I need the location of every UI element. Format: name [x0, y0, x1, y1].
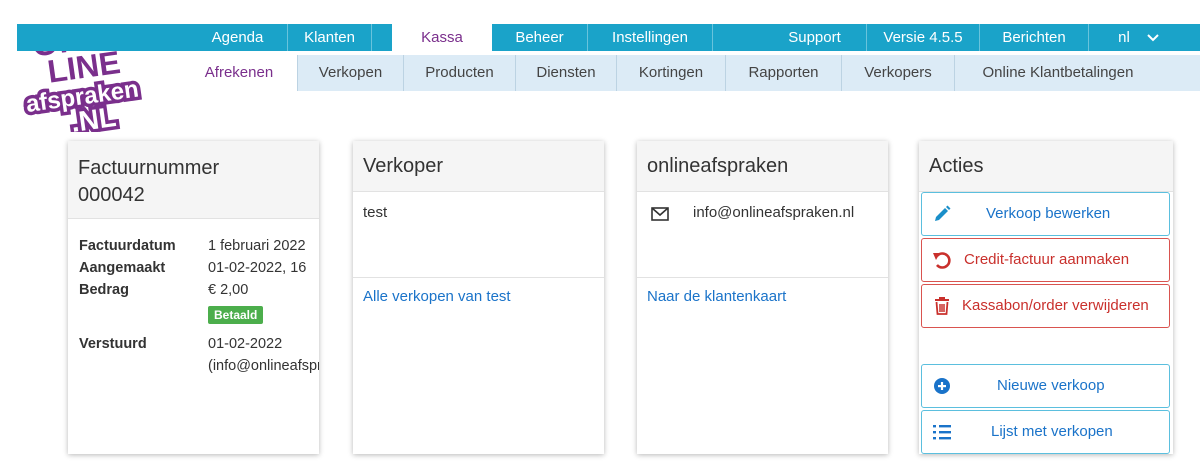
- nav-support[interactable]: Support: [763, 24, 867, 51]
- nav-beheer[interactable]: Beheer: [492, 24, 588, 51]
- status-badge-wrap: Betaald: [208, 306, 264, 324]
- create-credit-invoice-button[interactable]: Credit-factuur aanmaken: [921, 238, 1170, 282]
- new-sale-label: Nieuwe verkoop: [997, 377, 1105, 394]
- seller-card: Verkoper test Alle verkopen van test: [353, 141, 604, 454]
- customer-header: onlineafspraken: [637, 141, 888, 192]
- subnav-online-klantbetalingen[interactable]: Online Klantbetalingen: [955, 55, 1161, 91]
- delete-receipt-button[interactable]: Kassabon/order verwijderen: [921, 284, 1170, 328]
- invoice-created-label: Aangemaakt: [79, 260, 166, 276]
- nav-instellingen[interactable]: Instellingen: [588, 24, 713, 51]
- subnav-diensten[interactable]: Diensten: [516, 55, 617, 91]
- subnav-rapporten[interactable]: Rapporten: [726, 55, 842, 91]
- sales-list-button[interactable]: Lijst met verkopen: [921, 410, 1170, 454]
- actions-card: Acties Verkoop bewerken Credit-factuur a…: [919, 141, 1173, 454]
- subnav-verkopers[interactable]: Verkopers: [842, 55, 955, 91]
- undo-icon: [933, 252, 951, 269]
- nav-version[interactable]: Versie 4.5.5: [867, 24, 980, 51]
- subnav-producten[interactable]: Producten: [404, 55, 516, 91]
- invoice-amount-value: € 2,00: [208, 282, 249, 298]
- invoice-sent-value: 01-02-2022: [208, 336, 283, 352]
- actions-header: Acties: [919, 141, 1173, 192]
- seller-body: test: [353, 192, 604, 277]
- nav-agenda[interactable]: Agenda: [188, 24, 288, 51]
- invoice-created-value: 01-02-2022, 16: [208, 260, 307, 276]
- pencil-icon: [935, 205, 951, 221]
- customer-body: info@onlineafspraken.nl: [637, 192, 888, 277]
- list-icon: [933, 425, 951, 440]
- invoice-sent-label: Verstuurd: [79, 336, 147, 352]
- status-badge: Betaald: [208, 306, 264, 324]
- envelope-icon: [651, 207, 669, 221]
- invoice-number: 000042: [78, 184, 145, 206]
- customer-card: onlineafspraken info@onlineafspraken.nl …: [637, 141, 888, 454]
- invoice-title: Factuurnummer: [78, 157, 220, 179]
- sales-list-label: Lijst met verkopen: [991, 423, 1113, 440]
- language-label: nl: [1118, 29, 1130, 46]
- invoice-amount-label: Bedrag: [79, 282, 129, 298]
- edit-sale-button[interactable]: Verkoop bewerken: [921, 192, 1170, 236]
- invoice-date-value: 1 februari 2022: [208, 238, 306, 254]
- language-selector[interactable]: nl: [1089, 24, 1159, 51]
- trash-icon: [935, 297, 949, 315]
- edit-sale-label: Verkoop bewerken: [986, 205, 1111, 222]
- subnav-verkopen[interactable]: Verkopen: [298, 55, 404, 91]
- seller-header: Verkoper: [353, 141, 604, 192]
- customer-card-link[interactable]: Naar de klantenkaart: [647, 288, 786, 305]
- nav-berichten[interactable]: Berichten: [980, 24, 1089, 51]
- nav-klanten[interactable]: Klanten: [288, 24, 372, 51]
- customer-footer: Naar de klantenkaart: [637, 277, 888, 315]
- chevron-down-icon: [1147, 34, 1159, 42]
- customer-email[interactable]: info@onlineafspraken.nl: [693, 204, 854, 221]
- svg-text:.NL: .NL: [69, 101, 118, 132]
- invoice-card: Factuurnummer 000042 Factuurdatum 1 febr…: [68, 141, 319, 454]
- create-credit-invoice-label: Credit-factuur aanmaken: [964, 251, 1130, 268]
- subnav-afrekenen[interactable]: Afrekenen: [181, 55, 298, 91]
- customer-title: onlineafspraken: [647, 155, 789, 177]
- new-sale-button[interactable]: Nieuwe verkoop: [921, 364, 1170, 408]
- delete-receipt-label: Kassabon/order verwijderen: [962, 297, 1149, 314]
- actions-title: Acties: [929, 155, 984, 177]
- invoice-sent-to: (info@onlineafspraken.nl): [208, 358, 319, 374]
- plus-circle-icon: [934, 378, 950, 394]
- all-sales-of-seller-link[interactable]: Alle verkopen van test: [363, 288, 511, 305]
- seller-name: test: [363, 204, 388, 221]
- main-navigation: Agenda Klanten Kassa Beheer Instellingen…: [17, 24, 1200, 51]
- sub-navigation: Afrekenen Verkopen Producten Diensten Ko…: [181, 55, 1200, 91]
- seller-footer: Alle verkopen van test: [353, 277, 604, 315]
- nav-kassa[interactable]: Kassa: [392, 24, 492, 51]
- seller-title: Verkoper: [363, 155, 444, 177]
- subnav-kortingen[interactable]: Kortingen: [617, 55, 726, 91]
- invoice-header: Factuurnummer 000042: [68, 141, 319, 219]
- invoice-date-label: Factuurdatum: [79, 238, 176, 254]
